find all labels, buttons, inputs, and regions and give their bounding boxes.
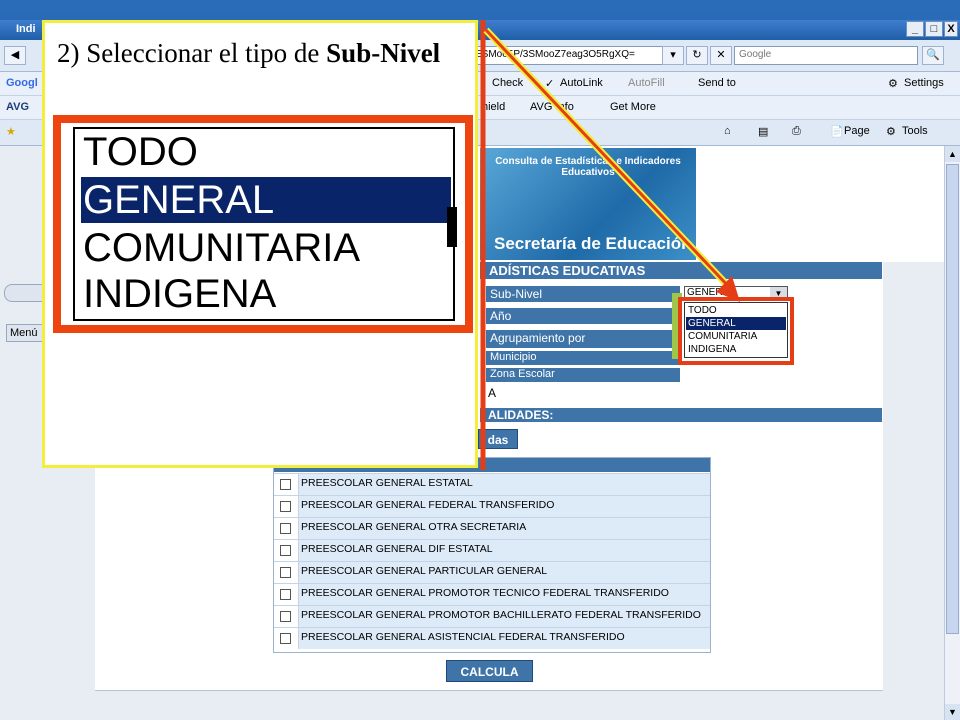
checkbox[interactable] [280, 479, 291, 490]
page-icon: 📄 [830, 126, 844, 138]
instruction-callout: 2) Seleccionar el tipo de Sub-Nivel TODO… [42, 20, 478, 468]
bottom-bar [95, 690, 883, 720]
option-label: PREESCOLAR GENERAL PARTICULAR GENERAL [298, 562, 710, 583]
checkbox[interactable] [280, 589, 291, 600]
refresh-icon[interactable]: ↻ [686, 46, 708, 65]
table-row: PREESCOLAR GENERAL FEDERAL TRANSFERIDO [274, 495, 710, 517]
callout-bold: Sub-Nivel [326, 38, 441, 68]
table-row: PREESCOLAR GENERAL DIF ESTATAL [274, 539, 710, 561]
tools-icon: ⚙ [886, 126, 896, 138]
search-icon[interactable]: 🔍 [922, 46, 944, 65]
page-menu[interactable]: Page [844, 125, 870, 137]
red-highlight-box [678, 297, 794, 365]
banner-subtitle: Secretaría de Educación [494, 234, 692, 253]
favorites-star-icon[interactable]: ★ [6, 125, 16, 138]
calcula-button[interactable]: CALCULA [446, 660, 533, 682]
scroll-up-icon[interactable]: ▲ [945, 146, 960, 162]
zoom-option-general: GENERAL [79, 175, 453, 225]
callout-text: 2) Seleccionar el tipo de Sub-Nivel [57, 37, 467, 69]
zoom-option-indigena: INDIGENA [83, 272, 277, 316]
option-label: PREESCOLAR GENERAL ASISTENCIAL FEDERAL T… [298, 628, 710, 649]
settings-button[interactable]: Settings [904, 77, 944, 89]
home-icon[interactable]: ⌂ [724, 125, 731, 137]
zoom-option-comunitaria: COMUNITARIA [83, 226, 361, 270]
print-icon[interactable]: ⎙ [792, 125, 801, 138]
search-input[interactable]: Google [734, 46, 918, 65]
autolink-button[interactable]: AutoLink [560, 77, 603, 89]
settings-icon: ⚙ [888, 78, 898, 90]
option-label: PREESCOLAR GENERAL FEDERAL TRANSFERIDO [298, 496, 710, 517]
zoomed-dropdown-list: TODO GENERAL COMUNITARIA INDIGENA [73, 127, 455, 321]
zoom-option-todo: TODO [83, 130, 198, 174]
right-column [883, 262, 944, 720]
sendto-button[interactable]: Send to [698, 77, 736, 89]
table-row: PREESCOLAR GENERAL OTRA SECRETARIA [274, 517, 710, 539]
checkbox[interactable] [280, 567, 291, 578]
checkbox[interactable] [280, 611, 291, 622]
options-table: PREESCOLAR GENERAL ESTATAL PREESCOLAR GE… [273, 457, 711, 653]
todas-button[interactable]: das [478, 429, 518, 449]
checkbox[interactable] [280, 545, 291, 556]
banner-image: Consulta de Estadísticas e Indicadores E… [480, 148, 696, 260]
stop-icon[interactable]: ✕ [710, 46, 732, 65]
dropdown-icon[interactable]: ▾ [662, 46, 684, 65]
avg-info-button[interactable]: AVG Info [530, 101, 574, 113]
table-row: PREESCOLAR GENERAL ESTATAL [274, 473, 710, 495]
minimize-button[interactable]: _ [906, 21, 924, 37]
label-anio: Año [486, 308, 680, 324]
option-label: PREESCOLAR GENERAL PROMOTOR TECNICO FEDE… [298, 584, 710, 605]
table-row: PREESCOLAR GENERAL PROMOTOR TECNICO FEDE… [274, 583, 710, 605]
checkbox[interactable] [280, 523, 291, 534]
checkbox[interactable] [280, 633, 291, 644]
option-label: PREESCOLAR GENERAL PROMOTOR BACHILLERATO… [298, 606, 710, 627]
zoomed-scroll-marker [447, 207, 457, 247]
avg-logo: AVG [6, 101, 30, 113]
label-zona-escolar: Zona Escolar [486, 368, 680, 382]
maximize-button[interactable]: □ [925, 21, 943, 37]
banner-title: Consulta de Estadísticas e Indicadores E… [495, 156, 681, 178]
tools-menu[interactable]: Tools [902, 125, 928, 137]
autofill-button[interactable]: AutoFill [628, 77, 665, 89]
label-agrupamiento: Agrupamiento por [486, 330, 680, 348]
scroll-down-icon[interactable]: ▼ [945, 704, 960, 720]
get-more-button[interactable]: Get More [610, 101, 656, 113]
table-row: PREESCOLAR GENERAL PARTICULAR GENERAL [274, 561, 710, 583]
shield-button[interactable]: hield [482, 101, 505, 113]
option-label: PREESCOLAR GENERAL ESTATAL [298, 474, 710, 495]
vertical-scrollbar[interactable]: ▲ ▼ [944, 146, 960, 720]
scroll-thumb[interactable] [946, 164, 959, 634]
callout-step: 2) Seleccionar el tipo de [57, 38, 327, 68]
autolink-icon: ✓ [545, 78, 555, 90]
zoom-highlight-box: TODO GENERAL COMUNITARIA INDIGENA [53, 115, 473, 333]
option-label: PREESCOLAR GENERAL DIF ESTATAL [298, 540, 710, 561]
form-header: ADÍSTICAS EDUCATIVAS [480, 262, 882, 279]
label-municipio: Municipio [486, 351, 680, 365]
feeds-icon[interactable]: ▤ [758, 125, 768, 138]
back-icon[interactable]: ◀ [4, 46, 26, 65]
address-input[interactable]: ESMoo5P/3SMooZ7eag3O5RgXQ= [470, 46, 680, 65]
section-header: ALIDADES: [480, 408, 882, 422]
checkbox[interactable] [280, 501, 291, 512]
close-button[interactable]: X [944, 21, 958, 37]
table-row: PREESCOLAR GENERAL PROMOTOR BACHILLERATO… [274, 605, 710, 627]
option-label: PREESCOLAR GENERAL OTRA SECRETARIA [298, 518, 710, 539]
mini-value: A [488, 386, 497, 400]
window-title: Indi [16, 23, 36, 35]
table-row: PREESCOLAR GENERAL ASISTENCIAL FEDERAL T… [274, 627, 710, 652]
google-logo: Googl [6, 77, 38, 89]
check-button[interactable]: Check [492, 77, 523, 89]
label-sub-nivel: Sub-Nivel [486, 286, 680, 302]
